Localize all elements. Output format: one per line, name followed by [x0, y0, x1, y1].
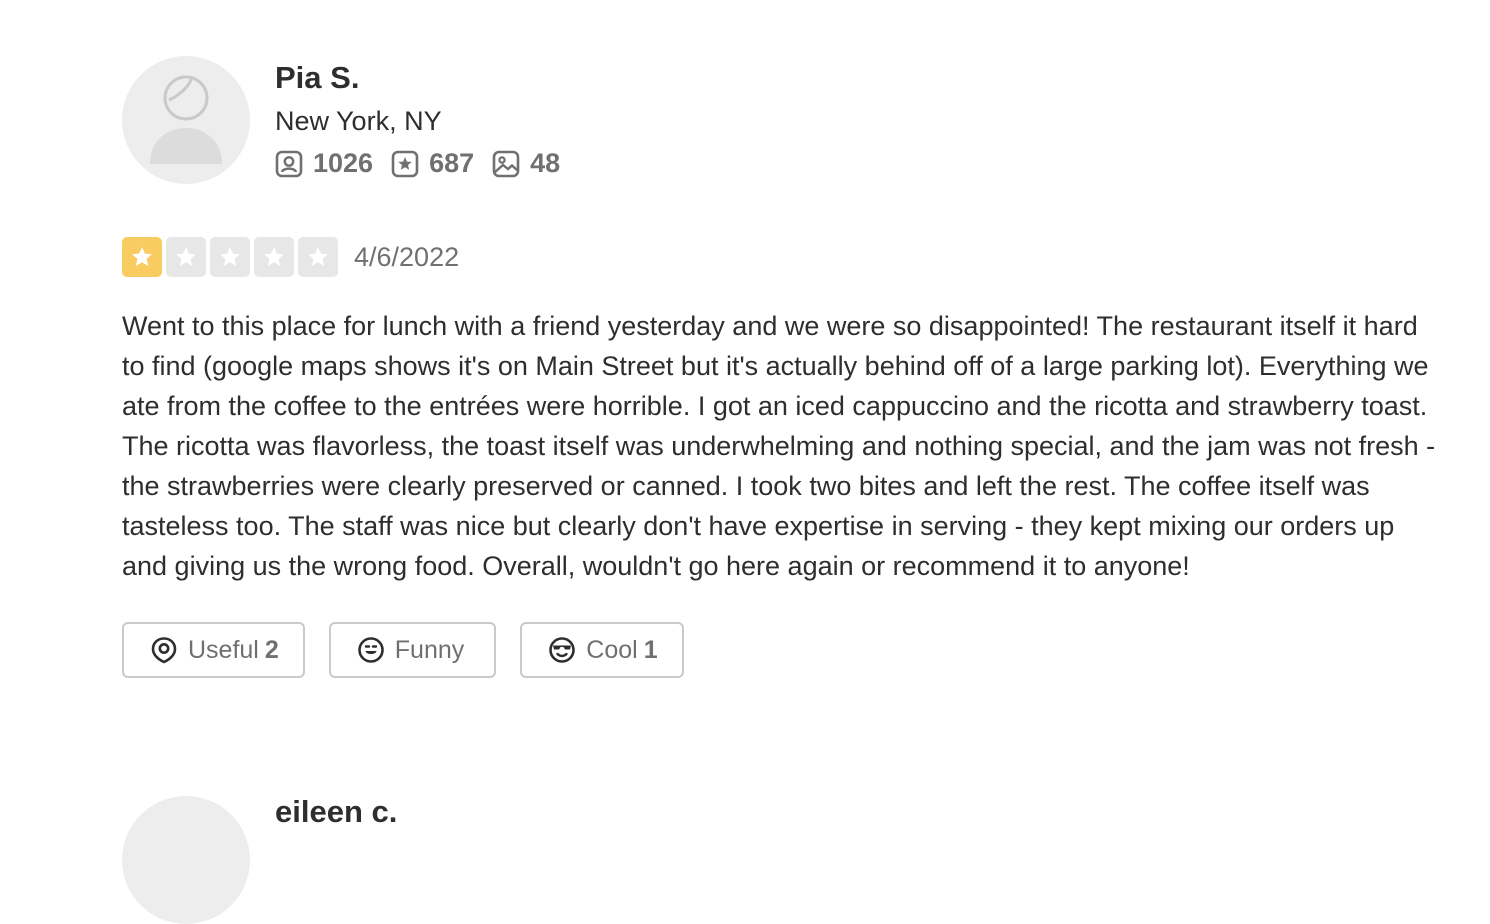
star-icon: [308, 247, 328, 266]
rating-row: 4/6/2022: [122, 237, 1442, 277]
reaction-buttons: Useful 2 Funny Cool 1: [122, 622, 1442, 678]
useful-label: Useful: [188, 635, 259, 664]
next-user-avatar[interactable]: [122, 796, 250, 924]
review-text: Went to this place for lunch with a frie…: [122, 311, 1436, 581]
useful-count: 2: [264, 635, 279, 664]
star-5: [298, 237, 338, 277]
photos-stat: 48: [492, 148, 560, 179]
reviews-count: 687: [429, 148, 475, 178]
review-date: 4/6/2022: [354, 241, 460, 272]
star-2: [166, 237, 206, 277]
friends-stat: 1026: [275, 148, 373, 179]
star-3: [210, 237, 250, 277]
cool-icon: [549, 637, 576, 663]
friends-count: 1026: [313, 148, 374, 178]
default-avatar-icon: [150, 75, 222, 164]
star-icon: [264, 247, 284, 266]
funny-label: Funny: [394, 635, 465, 664]
photos-count: 48: [530, 148, 561, 178]
cool-label: Cool: [586, 635, 638, 664]
funny-button[interactable]: Funny: [328, 622, 497, 678]
user-passport: Pia S. New York, NY 1026 687 48: [122, 56, 1442, 184]
star-icon: [176, 247, 196, 266]
star-1: [122, 237, 162, 277]
reviews-stat: 687: [391, 148, 474, 179]
star-icon: [220, 247, 240, 266]
user-name[interactable]: Pia S.: [275, 58, 578, 98]
star-4: [254, 237, 294, 277]
user-info: Pia S. New York, NY 1026 687 48: [275, 56, 578, 179]
cool-count: 1: [643, 635, 658, 664]
user-avatar[interactable]: [122, 56, 250, 184]
next-review-card: eileen c.: [122, 794, 397, 924]
star-rating: [122, 237, 342, 277]
star-icon: [132, 247, 152, 266]
user-stats: 1026 687 48: [275, 148, 578, 179]
review-card: Pia S. New York, NY 1026 687 48 4/6/2022…: [122, 56, 1442, 678]
cool-button[interactable]: Cool 1: [520, 622, 684, 678]
useful-icon: [151, 637, 177, 664]
photos-icon: [492, 150, 520, 177]
friends-icon: [275, 150, 303, 177]
useful-button[interactable]: Useful 2: [122, 622, 305, 678]
user-location: New York, NY: [275, 106, 442, 136]
funny-icon: [357, 637, 384, 663]
reviews-icon: [391, 150, 419, 177]
